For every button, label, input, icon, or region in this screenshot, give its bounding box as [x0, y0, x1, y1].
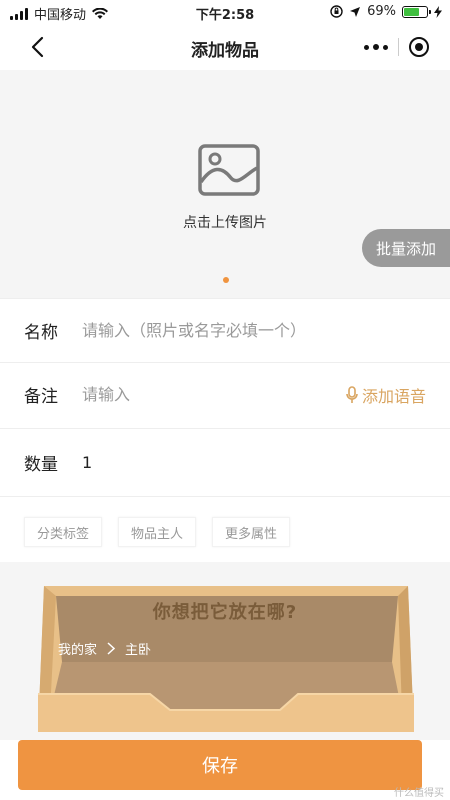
location-room[interactable]: 主卧	[125, 639, 151, 658]
add-voice-label: 添加语音	[361, 386, 426, 406]
battery-icon	[402, 5, 431, 18]
name-row: 名称	[0, 298, 450, 362]
tag-owner[interactable]: 物品主人	[118, 517, 197, 547]
batch-add-button[interactable]: 批量添加	[362, 229, 450, 267]
location-home[interactable]: 我的家	[58, 639, 97, 658]
name-label: 名称	[24, 323, 58, 343]
page-indicator-dot	[223, 277, 229, 283]
image-upload-area[interactable]: 点击上传图片 批量添加	[0, 70, 450, 298]
battery-percent: 69%	[367, 4, 396, 19]
microphone-icon	[346, 385, 358, 403]
quantity-label: 数量	[24, 455, 58, 475]
location-arrow-icon	[350, 6, 361, 17]
target-icon[interactable]	[400, 32, 438, 62]
orientation-lock-icon	[330, 5, 343, 18]
charging-bolt-icon	[434, 5, 442, 18]
quantity-row: 数量 1	[0, 428, 450, 496]
save-button[interactable]: 保存	[18, 740, 422, 790]
mini-program-capsule	[356, 32, 438, 62]
capsule-divider	[397, 38, 399, 56]
battery-fill	[404, 7, 420, 16]
tag-more-attributes[interactable]: 更多属性	[212, 517, 291, 547]
status-right: 69%	[330, 4, 442, 19]
quantity-value[interactable]: 1	[82, 453, 430, 472]
add-voice-button[interactable]: 添加语音	[346, 383, 426, 407]
watermark-text: 什么值得买	[394, 788, 444, 799]
tag-row: 分类标签 物品主人 更多属性	[0, 496, 450, 562]
tag-category[interactable]: 分类标签	[24, 517, 103, 547]
chevron-right-icon	[107, 642, 116, 655]
name-input[interactable]	[82, 321, 430, 340]
location-question: 你想把它放在哪?	[152, 602, 298, 623]
note-input[interactable]	[82, 385, 310, 404]
more-dots-icon[interactable]	[356, 32, 396, 62]
image-icon	[198, 144, 260, 196]
note-row: 备注 添加语音	[0, 362, 450, 426]
status-bar: 中国移动 下午2:58 69%	[0, 0, 450, 24]
nav-bar: 添加物品	[0, 24, 450, 70]
note-label: 备注	[24, 387, 58, 407]
location-breadcrumb[interactable]: 我的家 主卧	[58, 639, 151, 658]
location-picker[interactable]: 你想把它放在哪? 我的家 主卧	[0, 562, 450, 740]
